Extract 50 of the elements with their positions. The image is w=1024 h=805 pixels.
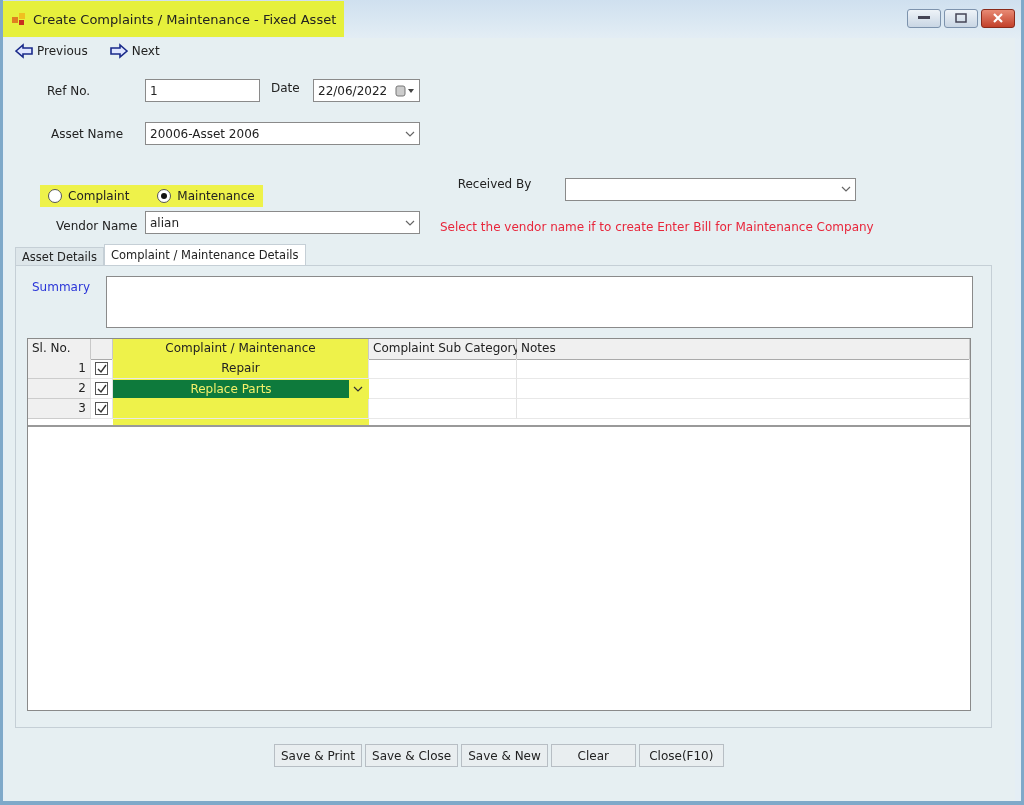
window-title: Create Complaints / Maintenance - Fixed Asset <box>33 11 337 27</box>
summary-label: Summary <box>32 279 91 296</box>
row-number: 1 <box>28 359 91 379</box>
close-button[interactable] <box>981 8 1015 28</box>
checkbox[interactable] <box>95 362 108 375</box>
action-button[interactable]: Clear <box>550 744 636 767</box>
row-number: 3 <box>28 399 91 419</box>
action-button[interactable]: Save & Print <box>274 744 363 767</box>
column-header: Notes <box>517 339 970 360</box>
minimize-icon <box>918 16 930 20</box>
field-label: Asset Name <box>51 126 125 141</box>
action-button[interactable]: Save & New <box>461 744 548 767</box>
previous-button[interactable]: Previous <box>15 43 88 59</box>
ref-no-field[interactable]: 1 <box>145 79 260 102</box>
tab[interactable]: Complaint / Maintenance Details <box>103 244 306 265</box>
radio-label[interactable]: Maintenance <box>177 189 255 203</box>
minimize-button[interactable] <box>907 8 941 28</box>
calendar-dropdown-icon[interactable] <box>395 84 415 97</box>
maximize-button[interactable] <box>944 8 978 28</box>
column-header: Sl. No. <box>28 339 91 360</box>
date-field[interactable]: 22/06/2022 <box>313 79 420 102</box>
summary-field[interactable] <box>106 276 973 328</box>
radio-label[interactable]: Complaint <box>68 189 130 203</box>
asset-name-dropdown[interactable]: 20006-Asset 2006 <box>145 122 420 145</box>
app-icon <box>11 12 27 26</box>
vendor-name-dropdown[interactable]: alian <box>145 211 420 234</box>
left-arrow-icon <box>15 43 33 59</box>
right-arrow-icon <box>109 43 128 59</box>
column-header: Complaint Sub Category <box>369 339 517 360</box>
field-label: Received By <box>457 177 533 191</box>
action-button[interactable]: Close(F10) <box>638 744 724 767</box>
maximize-icon <box>955 13 967 23</box>
row-number: 2 <box>28 379 91 399</box>
next-button[interactable]: Next <box>109 43 160 59</box>
column-header <box>91 339 113 360</box>
dropdown-cell[interactable]: Replace Parts <box>113 379 369 399</box>
tab[interactable]: Asset Details <box>15 247 104 265</box>
checkbox[interactable] <box>95 382 108 395</box>
column-header: Complaint / Maintenance <box>113 339 369 360</box>
radio-button[interactable] <box>48 189 62 203</box>
checkbox[interactable] <box>95 402 108 415</box>
field-label: Vendor Name <box>56 218 139 233</box>
hint-text: Select the vendor name if to create Enter Bill for Maintenance Company <box>440 219 874 234</box>
field-label: Date <box>271 81 301 95</box>
close-icon <box>992 13 1004 23</box>
action-button[interactable]: Save & Close <box>365 744 459 767</box>
table-cell: Repair <box>113 359 369 379</box>
received-by-dropdown[interactable] <box>564 177 856 201</box>
field-label: Ref No. <box>47 83 92 98</box>
radio-button[interactable] <box>157 189 172 203</box>
